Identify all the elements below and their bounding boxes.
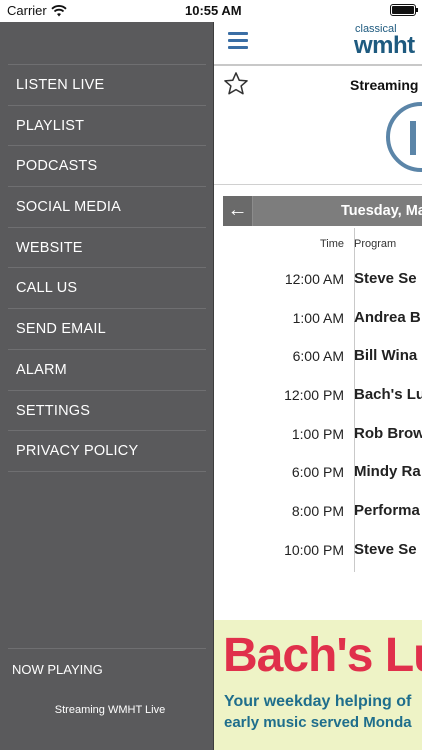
row-time: 1:00 PM [291, 425, 344, 442]
row-program: Steve Se [354, 270, 417, 287]
row-time: 6:00 PM [291, 464, 344, 481]
status-bar: Carrier 10:55 AM [0, 0, 422, 22]
favorite-star-icon[interactable] [222, 70, 250, 103]
menu-item-website[interactable]: WEBSITE [8, 228, 206, 269]
carrier-label: Carrier [7, 3, 47, 18]
hamburger-menu-icon[interactable] [228, 32, 248, 50]
menu-item-podcasts[interactable]: PODCASTS [8, 146, 206, 188]
previous-day-arrow-icon[interactable]: ← [223, 196, 253, 226]
battery-icon [390, 4, 418, 16]
ad-tagline-1: Your weekday helping of [224, 693, 412, 710]
side-drawer: LISTEN LIVE PLAYLIST PODCASTS SOCIAL MED… [0, 22, 213, 750]
wifi-icon [51, 4, 67, 22]
table-row[interactable]: 1:00 PM Rob Brow [223, 415, 422, 454]
play-pause-button[interactable] [386, 102, 422, 172]
row-program: Andrea B [354, 308, 421, 326]
column-header-program: Program [354, 238, 397, 250]
row-time: 1:00 AM [292, 309, 344, 326]
menu-item-send-email[interactable]: SEND EMAIL [8, 309, 206, 350]
now-playing-station[interactable]: Streaming WMHT Live [0, 704, 220, 716]
menu-item-playlist[interactable]: PLAYLIST [8, 106, 206, 147]
ad-tagline-2: early music served Monda [224, 714, 412, 731]
table-row[interactable]: 12:00 AM Steve Se [223, 260, 422, 299]
schedule-day-title: Tuesday, Ma [341, 203, 422, 219]
drawer-menu: LISTEN LIVE PLAYLIST PODCASTS SOCIAL MED… [8, 64, 206, 472]
menu-item-privacy-policy[interactable]: PRIVACY POLICY [8, 431, 206, 472]
menu-item-listen-live[interactable]: LISTEN LIVE [8, 65, 206, 106]
row-time: 12:00 AM [284, 271, 344, 287]
nav-divider [214, 64, 422, 66]
table-row[interactable]: 1:00 AM Andrea B [223, 299, 422, 338]
table-row[interactable]: 6:00 PM Mindy Ra [223, 453, 422, 492]
row-time: 6:00 AM [292, 348, 344, 365]
row-time: 8:00 PM [291, 503, 344, 520]
schedule-day-bar: ← Tuesday, Ma [223, 196, 422, 226]
ad-banner[interactable]: Bach's Lu Your weekday helping of early … [214, 620, 422, 750]
row-program: Steve Se [354, 540, 417, 558]
column-header-time: Time [319, 238, 344, 250]
now-playing-label: NOW PLAYING [12, 662, 103, 677]
row-program: Bill Wina [354, 347, 418, 365]
row-program: Performa [354, 502, 420, 520]
table-row[interactable]: 6:00 AM Bill Wina [223, 337, 422, 376]
row-program: Bach's Lu [354, 386, 422, 404]
ad-title: Bach's Lu [223, 629, 422, 682]
menu-item-alarm[interactable]: ALARM [8, 350, 206, 391]
nav-bar: classical wmht [214, 22, 422, 64]
pause-icon [410, 121, 416, 155]
logo-wmht-text: wmht [354, 32, 415, 59]
schedule-table: Time Program 12:00 AM Steve Se 1:00 AM A… [223, 228, 422, 572]
table-row[interactable]: 10:00 PM Steve Se [223, 531, 422, 570]
table-row[interactable]: 8:00 PM Performa [223, 492, 422, 531]
menu-item-call-us[interactable]: CALL US [8, 268, 206, 310]
clock-time: 10:55 AM [185, 3, 242, 18]
now-playing-divider [8, 648, 206, 649]
player-divider [214, 184, 422, 185]
row-time: 12:00 PM [284, 387, 344, 404]
row-program: Mindy Ra [354, 463, 421, 481]
row-time: 10:00 PM [284, 541, 344, 558]
schedule-header-row: Time Program [223, 228, 422, 260]
menu-item-social-media[interactable]: SOCIAL MEDIA [8, 187, 206, 228]
row-program: Rob Brow [354, 424, 422, 442]
menu-item-settings[interactable]: SETTINGS [8, 391, 206, 432]
table-row[interactable]: 12:00 PM Bach's Lu [223, 376, 422, 415]
main-panel: classical wmht Streaming ← Tuesday, Ma T… [213, 22, 422, 750]
stream-title: Streaming [350, 77, 419, 93]
